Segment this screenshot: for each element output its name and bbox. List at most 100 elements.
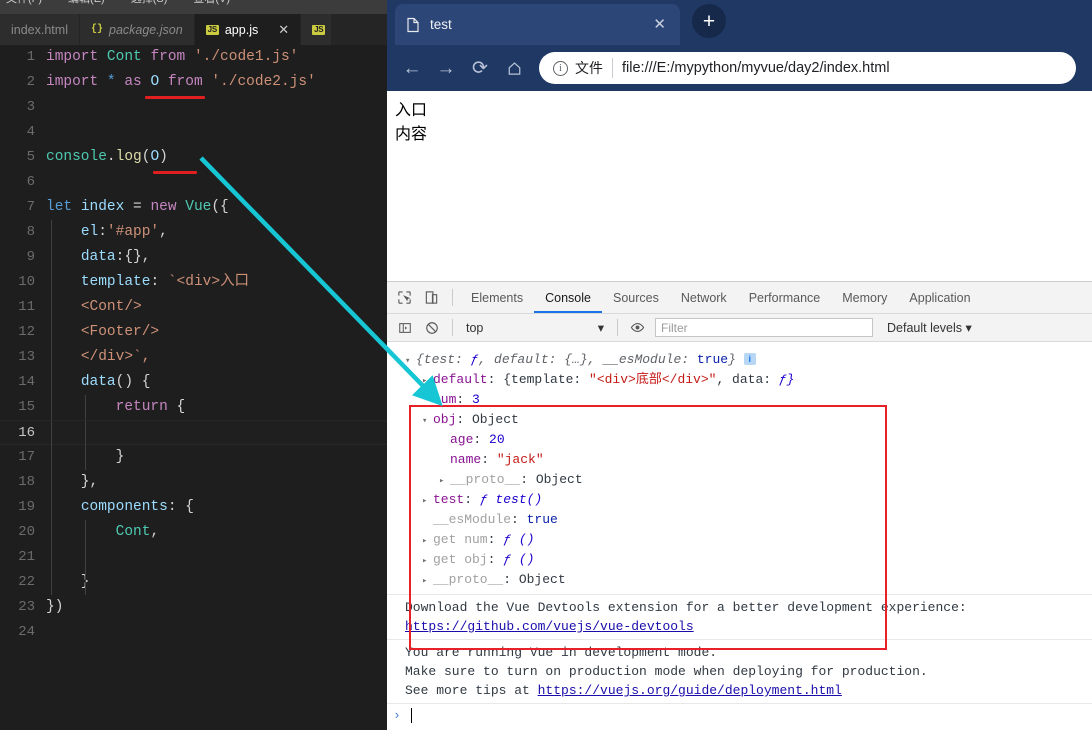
collapsed-toggle-icon[interactable]: ▸ bbox=[422, 371, 433, 391]
devtools-tab-performance[interactable]: Performance bbox=[738, 282, 832, 313]
close-icon[interactable]: ✕ bbox=[278, 23, 289, 36]
console-object-row[interactable]: ▾ obj: Object bbox=[405, 410, 1092, 430]
console-object-row[interactable]: ▸ test: ƒ test() bbox=[405, 490, 1092, 510]
code-line-12: 12 <Footer/> bbox=[0, 320, 387, 345]
code-text-13: </div>`, bbox=[46, 345, 387, 370]
line-number-5: 5 bbox=[26, 149, 35, 165]
execution-context-selector[interactable]: top ▾ bbox=[460, 320, 610, 336]
info-badge-icon: i bbox=[743, 353, 756, 365]
editor-tab-1[interactable]: {} package.json bbox=[79, 14, 195, 45]
line-number-21: 21 bbox=[18, 549, 35, 565]
console-object-row[interactable]: ▸ __proto__: Object bbox=[405, 570, 1092, 590]
browser-tab-title: test bbox=[430, 17, 452, 32]
code-text-9: data:{}, bbox=[46, 245, 387, 270]
console-token: __proto__ bbox=[450, 472, 521, 487]
line-number-11: 11 bbox=[18, 299, 35, 315]
info-circle-icon[interactable]: i bbox=[553, 60, 568, 76]
code-editor-content[interactable]: 1 import Cont from './code1.js' 2 import * … bbox=[0, 45, 387, 730]
console-object-row[interactable]: age: 20 bbox=[405, 430, 1092, 450]
console-object-row[interactable]: num: 3 bbox=[405, 390, 1092, 410]
console-token: 3 bbox=[472, 392, 480, 407]
editor-tab-0[interactable]: index.html bbox=[0, 14, 80, 45]
console-prompt[interactable]: › bbox=[387, 703, 1092, 727]
menu-item-0[interactable]: 文件(F) bbox=[6, 0, 42, 5]
expanded-toggle-icon[interactable]: ▾ bbox=[405, 351, 416, 371]
inspect-element-icon[interactable] bbox=[391, 285, 418, 311]
editor-tab-3[interactable]: JS bbox=[301, 14, 333, 45]
console-object-row[interactable]: ▸ __proto__: Object bbox=[405, 470, 1092, 490]
editor-tab-2[interactable]: JS app.js ✕ bbox=[194, 14, 302, 45]
collapsed-toggle-icon[interactable]: ▸ bbox=[422, 531, 433, 551]
editor-tab-label-2: app.js bbox=[224, 22, 259, 37]
browser-tab-test[interactable]: test ✕ bbox=[395, 4, 680, 45]
menu-item-2[interactable]: 选择(S) bbox=[131, 0, 168, 5]
console-token: true bbox=[526, 512, 558, 527]
address-bar[interactable]: i 文件 file:///E:/mypython/myvue/day2/inde… bbox=[539, 52, 1076, 84]
close-icon[interactable]: ✕ bbox=[649, 17, 670, 32]
annotation-underline-import bbox=[145, 96, 205, 99]
line-number-20: 20 bbox=[18, 524, 35, 540]
clear-console-icon[interactable] bbox=[418, 315, 445, 341]
console-object-row[interactable]: ▸ get obj: ƒ () bbox=[405, 550, 1092, 570]
devtools-tab-sources[interactable]: Sources bbox=[602, 282, 670, 313]
console-token: : Object bbox=[503, 572, 566, 587]
screenshot-root: 文件(F) 编辑(E) 选择(S) 查看(V) index.html {} package… bbox=[0, 0, 1092, 730]
console-token: {test: bbox=[416, 352, 471, 367]
devtools-tab-memory[interactable]: Memory bbox=[831, 282, 898, 313]
reload-icon[interactable]: ⟳ bbox=[463, 51, 497, 85]
toolbar-divider-2 bbox=[452, 319, 453, 336]
console-token: } bbox=[728, 352, 736, 367]
console-text: Download the Vue Devtools extension for … bbox=[405, 600, 967, 615]
indent-guide bbox=[51, 570, 52, 595]
new-tab-button[interactable]: + bbox=[692, 4, 726, 38]
console-object-row[interactable]: ▸ get num: ƒ () bbox=[405, 530, 1092, 550]
console-sidebar-icon[interactable] bbox=[391, 315, 418, 341]
console-token: , data: bbox=[716, 372, 779, 387]
console-object-row[interactable]: name: "jack" bbox=[405, 450, 1092, 470]
console-token: : bbox=[464, 492, 480, 507]
console-object-dump[interactable]: ▾ {test: ƒ, default: {…}, __esModule: tru… bbox=[387, 342, 1092, 594]
prompt-caret-icon: › bbox=[393, 707, 401, 723]
back-icon[interactable]: ← bbox=[395, 51, 429, 85]
line-number-6: 6 bbox=[26, 174, 35, 190]
toolbar-divider-3 bbox=[617, 319, 618, 336]
home-icon[interactable] bbox=[497, 51, 531, 85]
log-levels-label: Default levels bbox=[887, 321, 963, 335]
menu-item-1[interactable]: 编辑(E) bbox=[68, 0, 105, 5]
page-viewport: 入口 内容 bbox=[387, 91, 1092, 281]
code-text-3 bbox=[46, 95, 387, 120]
collapsed-toggle-icon[interactable]: ▸ bbox=[422, 491, 433, 511]
log-levels-selector[interactable]: Default levels ▾ bbox=[887, 320, 972, 335]
no-toggle bbox=[422, 391, 433, 411]
devtools-tab-elements[interactable]: Elements bbox=[460, 282, 534, 313]
console-object-row[interactable]: __esModule: true bbox=[405, 510, 1092, 530]
code-text-16 bbox=[46, 421, 387, 446]
devtools-tab-application[interactable]: Application bbox=[898, 282, 981, 313]
forward-icon[interactable]: → bbox=[429, 51, 463, 85]
editor-tab-label-0: index.html bbox=[11, 22, 68, 37]
code-text-15: return { bbox=[46, 395, 387, 420]
line-number-17: 17 bbox=[18, 449, 35, 465]
line-number-7: 7 bbox=[26, 199, 35, 215]
console-object-row[interactable]: ▾ {test: ƒ, default: {…}, __esModule: tru… bbox=[405, 350, 1092, 370]
console-link[interactable]: https://github.com/vuejs/vue-devtools bbox=[405, 619, 694, 634]
expanded-toggle-icon[interactable]: ▾ bbox=[422, 411, 433, 431]
console-link[interactable]: https://vuejs.org/guide/deployment.html bbox=[538, 683, 842, 698]
live-expression-icon[interactable] bbox=[625, 317, 649, 339]
devtools-tab-network[interactable]: Network bbox=[670, 282, 738, 313]
devtools-tab-console[interactable]: Console bbox=[534, 282, 602, 313]
console-filter-input[interactable]: Filter bbox=[655, 318, 873, 337]
menu-item-3[interactable]: 查看(V) bbox=[193, 0, 230, 5]
js-icon: JS bbox=[312, 24, 326, 35]
collapsed-toggle-icon[interactable]: ▸ bbox=[422, 551, 433, 571]
line-number-18: 18 bbox=[18, 474, 35, 490]
collapsed-toggle-icon[interactable]: ▸ bbox=[422, 571, 433, 591]
indent-guide bbox=[51, 320, 52, 345]
code-line-24: 24 bbox=[0, 620, 387, 645]
device-toolbar-icon[interactable] bbox=[418, 285, 445, 311]
code-line-16: 16 bbox=[0, 420, 387, 446]
collapsed-toggle-icon[interactable]: ▸ bbox=[439, 471, 450, 491]
console-object-row[interactable]: ▸ default: {template: "<div>底部</div>", da… bbox=[405, 370, 1092, 390]
code-line-8: 8 el:'#app', bbox=[0, 220, 387, 245]
console-output[interactable]: ▾ {test: ƒ, default: {…}, __esModule: tru… bbox=[387, 342, 1092, 730]
